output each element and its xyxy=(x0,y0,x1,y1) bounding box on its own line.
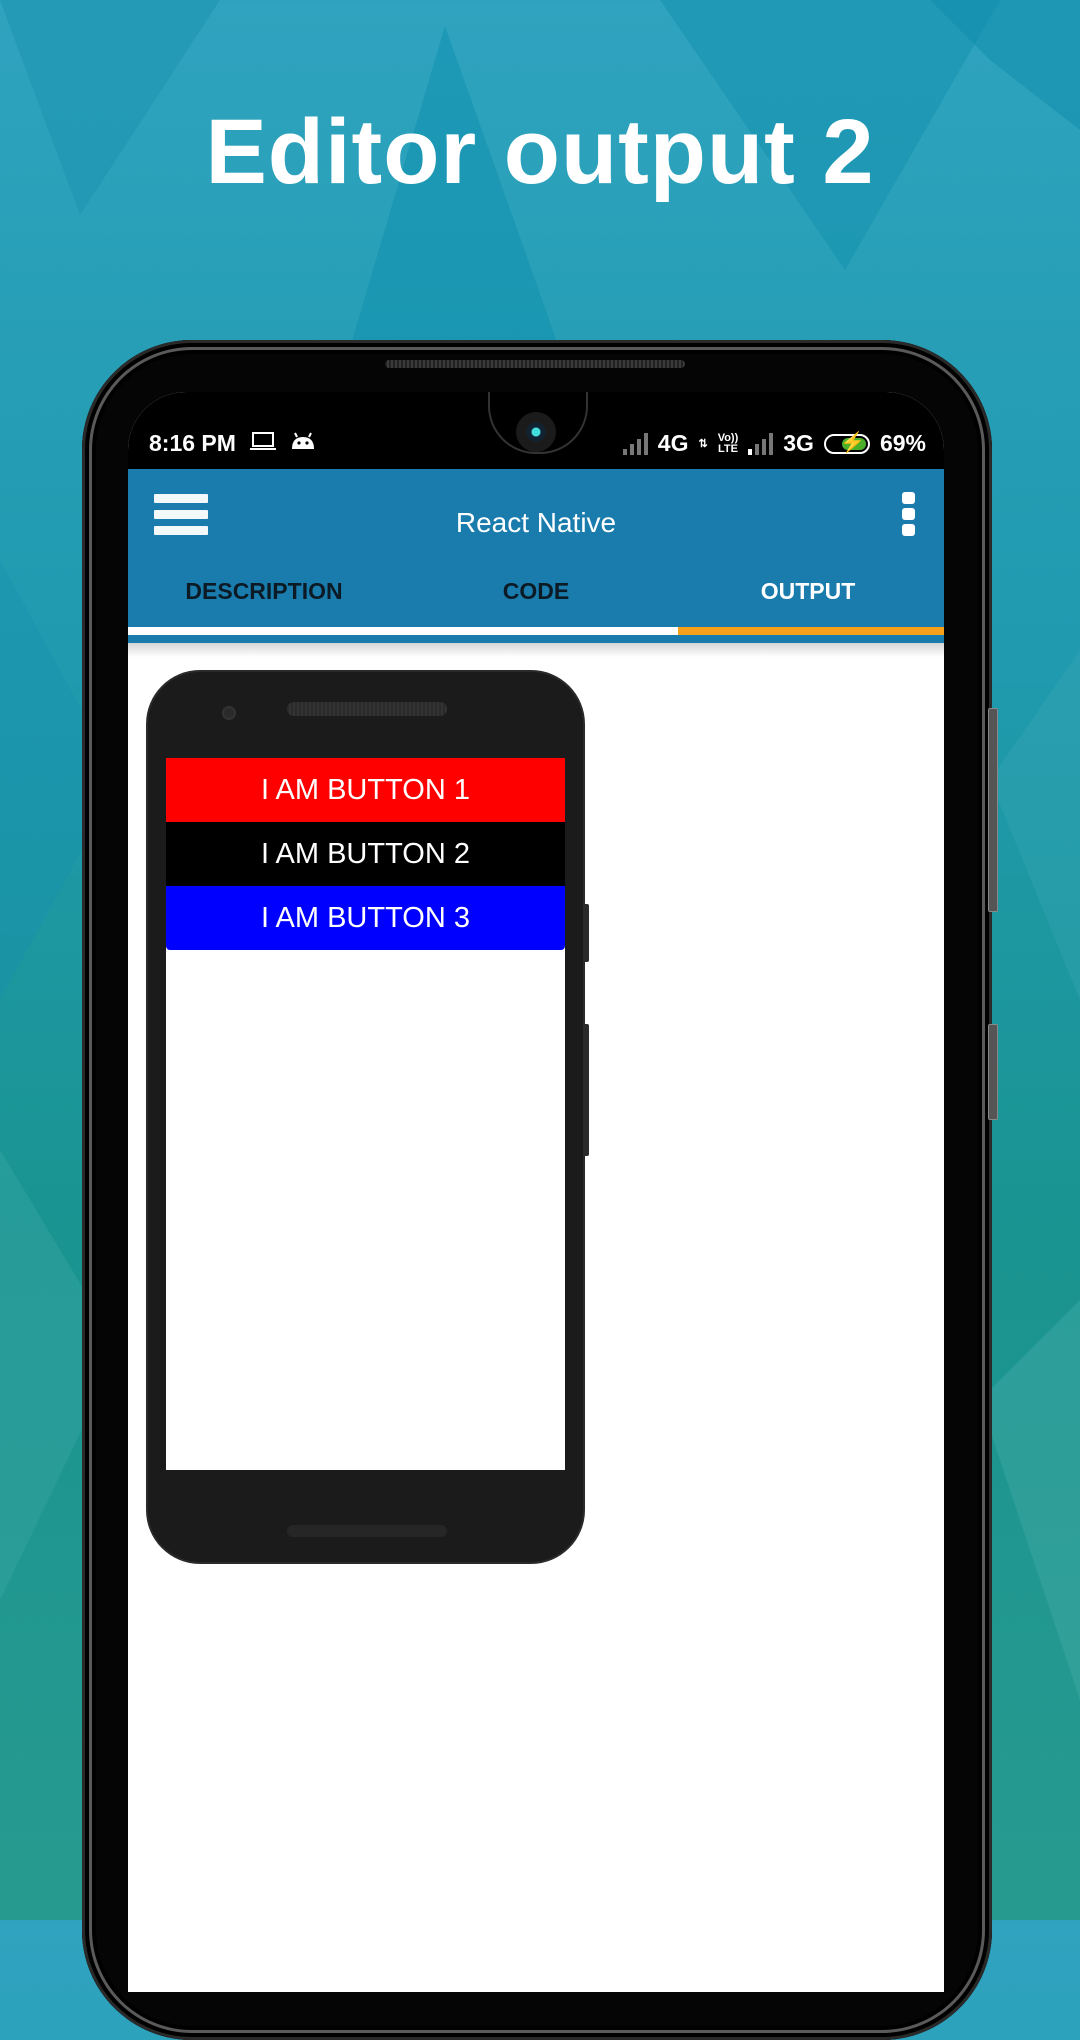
app-bar-shadow xyxy=(128,643,944,657)
front-camera-icon xyxy=(516,412,556,452)
output-device-mockup: I AM BUTTON 1 I AM BUTTON 2 I AM BUTTON … xyxy=(148,672,589,1562)
tab-indicator-active xyxy=(678,627,944,635)
android-icon xyxy=(290,430,316,457)
device-screen: I AM BUTTON 1 I AM BUTTON 2 I AM BUTTON … xyxy=(166,758,565,1470)
phone-power-button xyxy=(988,1024,998,1120)
tab-output[interactable]: OUTPUT xyxy=(672,574,944,614)
device-side-button-2 xyxy=(583,1024,589,1156)
status-bar: 8:16 PM 4G ⇅ Vo)) LTE 3G ⚡ 69% xyxy=(128,392,944,469)
tab-description[interactable]: DESCRIPTION xyxy=(128,574,400,614)
battery-charging-icon: ⚡ xyxy=(823,433,870,454)
page-headline: Editor output 2 xyxy=(205,101,875,203)
phone-volume-button xyxy=(988,708,998,912)
demo-button-3[interactable]: I AM BUTTON 3 xyxy=(166,886,565,950)
device-camera-icon xyxy=(222,706,236,720)
phone-screen: 8:16 PM 4G ⇅ Vo)) LTE 3G ⚡ 69% React Nat… xyxy=(128,392,944,1992)
phone-earpiece xyxy=(385,360,685,368)
device-bottom-speaker xyxy=(287,1525,447,1537)
app-title: React Native xyxy=(455,507,617,538)
network-type-1: 4G xyxy=(657,430,689,456)
volte-icon: Vo)) LTE xyxy=(717,431,739,455)
data-arrows-icon: ⇅ xyxy=(698,438,708,450)
demo-button-1[interactable]: I AM BUTTON 1 xyxy=(166,758,565,822)
laptop-icon xyxy=(249,430,276,457)
tab-bar: DESCRIPTION CODE OUTPUT xyxy=(128,574,944,614)
battery-percent: 69% xyxy=(879,430,926,456)
more-vertical-icon[interactable] xyxy=(902,492,916,540)
signal-strength-icon-2 xyxy=(748,432,774,455)
device-side-button-1 xyxy=(583,904,589,962)
signal-strength-icon-1 xyxy=(622,432,648,455)
device-speaker xyxy=(287,702,447,716)
tab-code[interactable]: CODE xyxy=(400,574,672,614)
tab-indicator-track xyxy=(128,627,944,635)
demo-button-2[interactable]: I AM BUTTON 2 xyxy=(166,822,565,886)
network-type-2: 3G xyxy=(783,430,814,456)
app-bar: React Native DESCRIPTION CODE OUTPUT xyxy=(128,469,944,643)
status-time: 8:16 PM xyxy=(149,430,236,456)
